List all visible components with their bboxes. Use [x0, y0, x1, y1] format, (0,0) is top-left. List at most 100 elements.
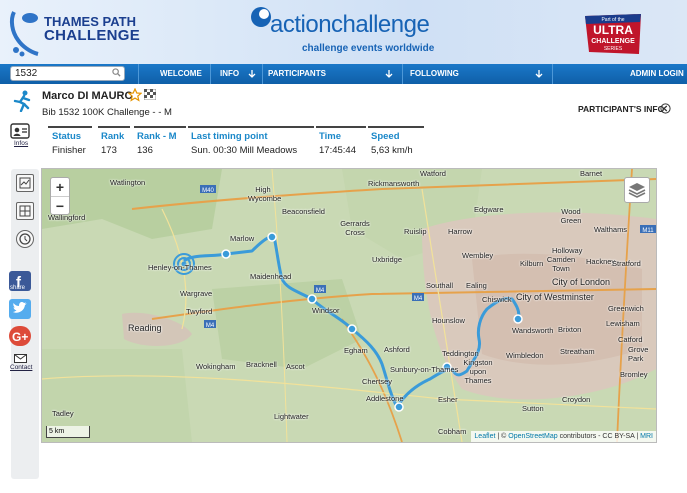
- place-label: Brixton: [558, 325, 582, 334]
- place-label: Twyford: [186, 307, 213, 316]
- runner-icon: [13, 90, 31, 112]
- place-label: Reading: [128, 323, 162, 333]
- speed-header: Speed: [371, 131, 400, 142]
- route-map[interactable]: M40 M4 M4 M4 M11 Watlington High Wycombe…: [41, 168, 657, 443]
- place-label: Walthams: [594, 225, 628, 234]
- place-label: Camden Town: [546, 255, 576, 273]
- place-label: Watlington: [110, 178, 146, 187]
- mri-link[interactable]: MRI: [640, 433, 653, 440]
- zoom-in-button[interactable]: +: [51, 178, 69, 197]
- participants-info-link[interactable]: PARTICIPANT'S INFO: [578, 104, 664, 114]
- place-label: Ashford: [384, 345, 410, 354]
- place-label: Hackney: [586, 257, 616, 266]
- place-label: Holloway: [552, 246, 583, 255]
- thames-path-logo[interactable]: THAMES PATH CHALLENGE: [8, 4, 141, 60]
- checkered-flag-icon: [144, 89, 156, 100]
- svg-text:M11: M11: [642, 228, 654, 234]
- map-attribution: Leaflet | © OpenStreetMap contributors -…: [471, 431, 656, 442]
- layers-icon: [628, 183, 646, 198]
- place-label: Marlow: [230, 234, 255, 243]
- category-rank-value: 136: [137, 145, 153, 156]
- chart-view-button[interactable]: [16, 174, 34, 192]
- map-scale: 5 km: [46, 426, 90, 438]
- place-label: Maidenhead: [250, 272, 292, 281]
- status-value: Finisher: [52, 145, 86, 156]
- place-label: Cobham: [438, 427, 467, 436]
- place-label: Bromley: [620, 370, 648, 379]
- chevron-down-icon[interactable]: [247, 69, 257, 79]
- place-label: Greenwich: [608, 304, 644, 313]
- place-label: Barnet: [580, 169, 603, 178]
- ultra-challenge-logo[interactable]: Part of the ULTRA CHALLENGE SERIES: [583, 12, 643, 56]
- place-label: Ascot: [286, 362, 305, 371]
- time-header: Time: [319, 131, 342, 142]
- nav-admin-login[interactable]: ADMIN LOGIN: [630, 64, 684, 84]
- layers-button[interactable]: [624, 177, 650, 203]
- place-label: Sunbury-on-Thames: [390, 365, 459, 374]
- last-timing-point-header: Last timing point: [191, 131, 268, 142]
- zoom-out-button[interactable]: −: [51, 197, 69, 215]
- brand-tagline: challenge events worldwide: [302, 43, 435, 54]
- nav-separator: [138, 64, 139, 84]
- svg-text:M4: M4: [414, 296, 423, 302]
- svg-text:M40: M40: [202, 188, 214, 194]
- google-plus-share-button[interactable]: G+: [9, 326, 31, 346]
- place-label: Rickmansworth: [368, 179, 420, 188]
- osm-link[interactable]: OpenStreetMap: [508, 433, 557, 440]
- nav-welcome[interactable]: WELCOME: [160, 64, 202, 84]
- svg-text:M4: M4: [206, 323, 215, 329]
- nav-separator: [552, 64, 553, 84]
- place-label: City of London: [552, 277, 611, 287]
- chevron-down-icon[interactable]: [534, 69, 544, 79]
- infos-label[interactable]: Infos: [14, 140, 28, 147]
- place-label: Streatham: [560, 347, 595, 356]
- search-icon[interactable]: [112, 68, 121, 77]
- svg-text:M4: M4: [316, 288, 325, 294]
- place-label: Catford: [618, 335, 643, 344]
- actionchallenge-logo[interactable]: actionchallenge challenge events worldwi…: [250, 5, 450, 61]
- place-label: Wood Green: [560, 207, 582, 225]
- rank-header: Rank: [101, 131, 125, 142]
- leaflet-link[interactable]: Leaflet: [474, 433, 495, 440]
- last-timing-point-value: Sun. 00:30 Mill Meadows: [191, 145, 298, 156]
- place-label: Wembley: [462, 251, 494, 260]
- nav-following[interactable]: FOLLOWING: [410, 64, 459, 84]
- contact-link[interactable]: Contact: [10, 364, 32, 371]
- logo-line-2: CHALLENGE: [44, 27, 141, 44]
- speed-value: 5,63 km/h: [371, 145, 413, 156]
- place-label: City of Westminster: [516, 292, 594, 302]
- share-label[interactable]: share: [10, 285, 25, 291]
- table-icon: [19, 205, 31, 217]
- place-label: Wargrave: [180, 289, 213, 298]
- ultra-line-3: CHALLENGE: [591, 38, 635, 45]
- brand-name: actionchallenge: [270, 11, 430, 38]
- place-label: Esher: [438, 395, 458, 404]
- nav-participants[interactable]: PARTICIPANTS: [268, 64, 326, 84]
- nav-info[interactable]: INFO: [220, 64, 239, 84]
- envelope-icon[interactable]: [14, 354, 27, 363]
- place-label: Wokingham: [196, 362, 236, 371]
- column-rule: [316, 126, 366, 128]
- timing-view-button[interactable]: [16, 230, 34, 248]
- column-rule: [98, 126, 130, 128]
- chevron-down-icon[interactable]: [384, 69, 394, 79]
- infos-tab[interactable]: Infos: [2, 118, 36, 154]
- arrow-left-circle-icon[interactable]: [660, 103, 671, 114]
- place-label: Chiswick: [482, 295, 512, 304]
- place-label: Lewisham: [606, 319, 640, 328]
- star-icon[interactable]: [128, 88, 142, 102]
- place-label: Uxbridge: [372, 255, 403, 264]
- twitter-bird-icon: [13, 302, 27, 313]
- search-input[interactable]: 1532: [10, 66, 125, 81]
- place-label: Ealing: [466, 281, 487, 290]
- twitter-share-button[interactable]: [9, 299, 31, 319]
- zoom-control: + −: [50, 177, 70, 215]
- place-label: Kilburn: [520, 259, 544, 268]
- participant-name: Marco DI MAURO: [42, 90, 134, 102]
- place-label: Wimbledon: [506, 351, 544, 360]
- splits-view-button[interactable]: [16, 202, 34, 220]
- place-label: Tadley: [52, 409, 74, 418]
- column-rule: [188, 126, 314, 128]
- status-header: Status: [52, 131, 82, 142]
- footprint-icon: [9, 11, 39, 57]
